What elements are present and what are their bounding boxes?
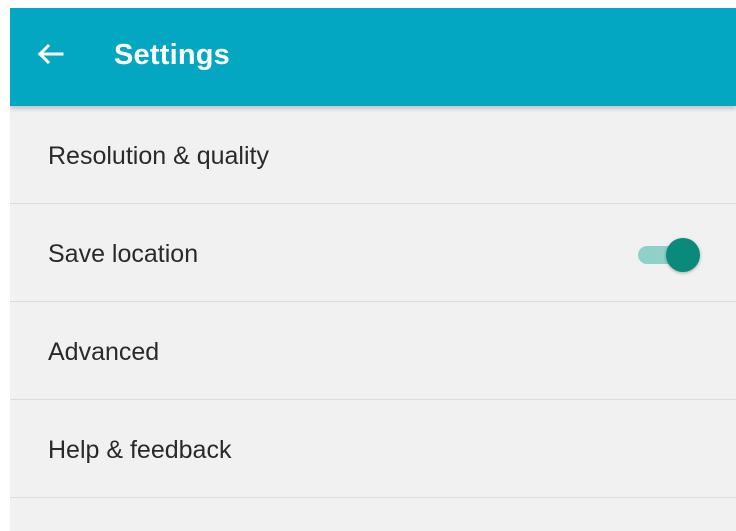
settings-item-advanced[interactable]: Advanced [10, 302, 736, 400]
back-button[interactable] [32, 34, 72, 74]
settings-item-save-location[interactable]: Save location [10, 204, 736, 302]
settings-item-label: Save location [48, 240, 199, 268]
settings-item-label: Resolution & quality [48, 142, 269, 170]
settings-item-resolution-quality[interactable]: Resolution & quality [10, 106, 736, 204]
page-title: Settings [114, 39, 230, 71]
settings-list: Resolution & quality Save location Advan… [10, 106, 736, 498]
save-location-toggle[interactable] [636, 238, 702, 272]
arrow-left-icon [37, 43, 64, 65]
toggle-thumb [666, 238, 700, 272]
settings-item-label: Advanced [48, 338, 160, 366]
settings-screen: Settings Resolution & quality Save locat… [10, 8, 736, 531]
settings-item-label: Help & feedback [48, 436, 232, 464]
settings-item-help-feedback[interactable]: Help & feedback [10, 400, 736, 498]
app-bar: Settings [10, 8, 736, 106]
